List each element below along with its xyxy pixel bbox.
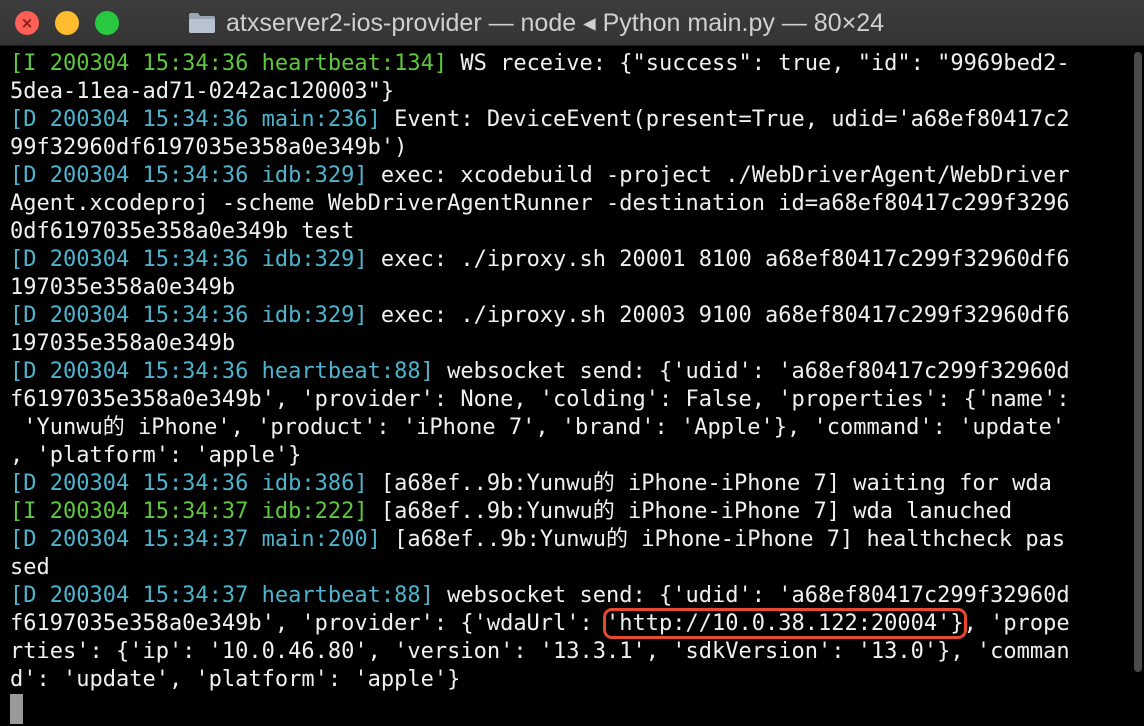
- log-prefix: [D 200304 15:34:37 heartbeat:88]: [10, 583, 434, 608]
- log-text: , 'prope: [963, 611, 1070, 636]
- folder-icon: [189, 13, 215, 33]
- terminal-line: , 'platform': 'apple'}: [10, 442, 1144, 470]
- terminal-line: [I 200304 15:34:36 heartbeat:134] WS rec…: [10, 50, 1144, 78]
- terminal-line: [D 200304 15:34:36 idb:386] [a68ef..9b:Y…: [10, 470, 1144, 498]
- log-text: [a68ef..9b:Yunwu的 iPhone-iPhone 7] wda l…: [367, 499, 1013, 524]
- terminal-line: d': 'update', 'platform': 'apple'}: [10, 666, 1144, 694]
- log-text: Agent.xcodeproj -scheme WebDriverAgentRu…: [10, 191, 1070, 216]
- title-bar[interactable]: × atxserver2-ios-provider — node ◂ Pytho…: [0, 0, 1144, 46]
- terminal-line: Agent.xcodeproj -scheme WebDriverAgentRu…: [10, 190, 1144, 218]
- terminal-line: sed: [10, 554, 1144, 582]
- maximize-button[interactable]: [95, 11, 119, 35]
- log-text: 197035e358a0e349b: [10, 331, 236, 356]
- log-prefix: [D 200304 15:34:36 main:236]: [10, 107, 381, 132]
- log-text: rties': {'ip': '10.0.46.80', 'version': …: [10, 639, 1070, 664]
- terminal-line: 0df6197035e358a0e349b test: [10, 218, 1144, 246]
- terminal-line: [D 200304 15:34:37 heartbeat:88] websock…: [10, 582, 1144, 610]
- window-title: atxserver2-ios-provider — node ◂ Python …: [226, 9, 885, 37]
- log-prefix: [I 200304 15:34:37 idb:222]: [10, 499, 368, 524]
- terminal-line: 'Yunwu的 iPhone', 'product': 'iPhone 7', …: [10, 414, 1144, 442]
- log-prefix: [D 200304 15:34:36 idb:329]: [10, 247, 368, 272]
- log-text: f6197035e358a0e349b', 'provider': None, …: [10, 387, 1070, 412]
- log-text: [a68ef..9b:Yunwu的 iPhone-iPhone 7] healt…: [380, 527, 1066, 552]
- terminal-line: [D 200304 15:34:36 heartbeat:88] websock…: [10, 358, 1144, 386]
- close-button[interactable]: ×: [15, 11, 39, 35]
- terminal-line: 197035e358a0e349b: [10, 330, 1144, 358]
- title-group: atxserver2-ios-provider — node ◂ Python …: [188, 0, 884, 46]
- log-text: exec: ./iproxy.sh 20003 9100 a68ef80417c…: [367, 303, 1070, 328]
- terminal-line: 197035e358a0e349b: [10, 274, 1144, 302]
- log-text: websocket send: {'udid': 'a68ef80417c299…: [433, 359, 1070, 384]
- log-text: [a68ef..9b:Yunwu的 iPhone-iPhone 7] waiti…: [367, 471, 1052, 496]
- log-prefix: [D 200304 15:34:36 idb:329]: [10, 303, 368, 328]
- log-text: 197035e358a0e349b: [10, 275, 236, 300]
- log-text: exec: ./iproxy.sh 20001 8100 a68ef80417c…: [367, 247, 1070, 272]
- log-text: f6197035e358a0e349b', 'provider': {'wdaU…: [10, 611, 607, 636]
- log-text: d': 'update', 'platform': 'apple'}: [10, 667, 461, 692]
- log-text: 5dea-11ea-ad71-0242ac120003"}: [10, 79, 395, 104]
- terminal-line: rties': {'ip': '10.0.46.80', 'version': …: [10, 638, 1144, 666]
- terminal-line: [D 200304 15:34:36 idb:329] exec: ./ipro…: [10, 246, 1144, 274]
- terminal-line: 99f32960df6197035e358a0e349b'): [10, 134, 1144, 162]
- log-prefix: [I 200304 15:34:36 heartbeat:134]: [10, 51, 448, 76]
- terminal-line: f6197035e358a0e349b', 'provider': {'wdaU…: [10, 608, 1144, 639]
- log-text: 0df6197035e358a0e349b test: [10, 219, 355, 244]
- close-icon: ×: [20, 14, 34, 32]
- terminal-line: [D 200304 15:34:37 main:200] [a68ef..9b:…: [10, 526, 1144, 554]
- minimize-button[interactable]: [55, 11, 79, 35]
- terminal-line: 5dea-11ea-ad71-0242ac120003"}: [10, 78, 1144, 106]
- log-prefix: [D 200304 15:34:37 main:200]: [10, 527, 381, 552]
- log-text: Event: DeviceEvent(present=True, udid='a…: [380, 107, 1070, 132]
- terminal-line: [D 200304 15:34:36 idb:329] exec: xcodeb…: [10, 162, 1144, 190]
- terminal-line: [I 200304 15:34:37 idb:222] [a68ef..9b:Y…: [10, 498, 1144, 526]
- terminal-line: f6197035e358a0e349b', 'provider': None, …: [10, 386, 1144, 414]
- terminal-line: [D 200304 15:34:36 idb:329] exec: ./ipro…: [10, 302, 1144, 330]
- log-prefix: [D 200304 15:34:36 idb:329]: [10, 163, 368, 188]
- log-text: sed: [10, 555, 50, 580]
- log-text: exec: xcodebuild -project ./WebDriverAge…: [367, 163, 1070, 188]
- terminal-line: [D 200304 15:34:36 main:236] Event: Devi…: [10, 106, 1144, 134]
- highlighted-wda-url: 'http://10.0.38.122:20004'}: [603, 608, 967, 639]
- text-cursor: [10, 694, 23, 724]
- log-text: 'Yunwu的 iPhone', 'product': 'iPhone 7', …: [10, 415, 1066, 440]
- log-prefix: [D 200304 15:34:36 heartbeat:88]: [10, 359, 434, 384]
- log-text: websocket send: {'udid': 'a68ef80417c299…: [433, 583, 1070, 608]
- terminal-output[interactable]: [I 200304 15:34:36 heartbeat:134] WS rec…: [0, 46, 1144, 726]
- log-text: , 'platform': 'apple'}: [10, 443, 302, 468]
- log-text: 99f32960df6197035e358a0e349b'): [10, 135, 408, 160]
- terminal-window: × atxserver2-ios-provider — node ◂ Pytho…: [0, 0, 1144, 726]
- prompt-line: [10, 694, 1144, 724]
- scrollbar[interactable]: [1134, 52, 1142, 672]
- log-prefix: [D 200304 15:34:36 idb:386]: [10, 471, 368, 496]
- log-text: WS receive: {"success": true, "id": "996…: [447, 51, 1070, 76]
